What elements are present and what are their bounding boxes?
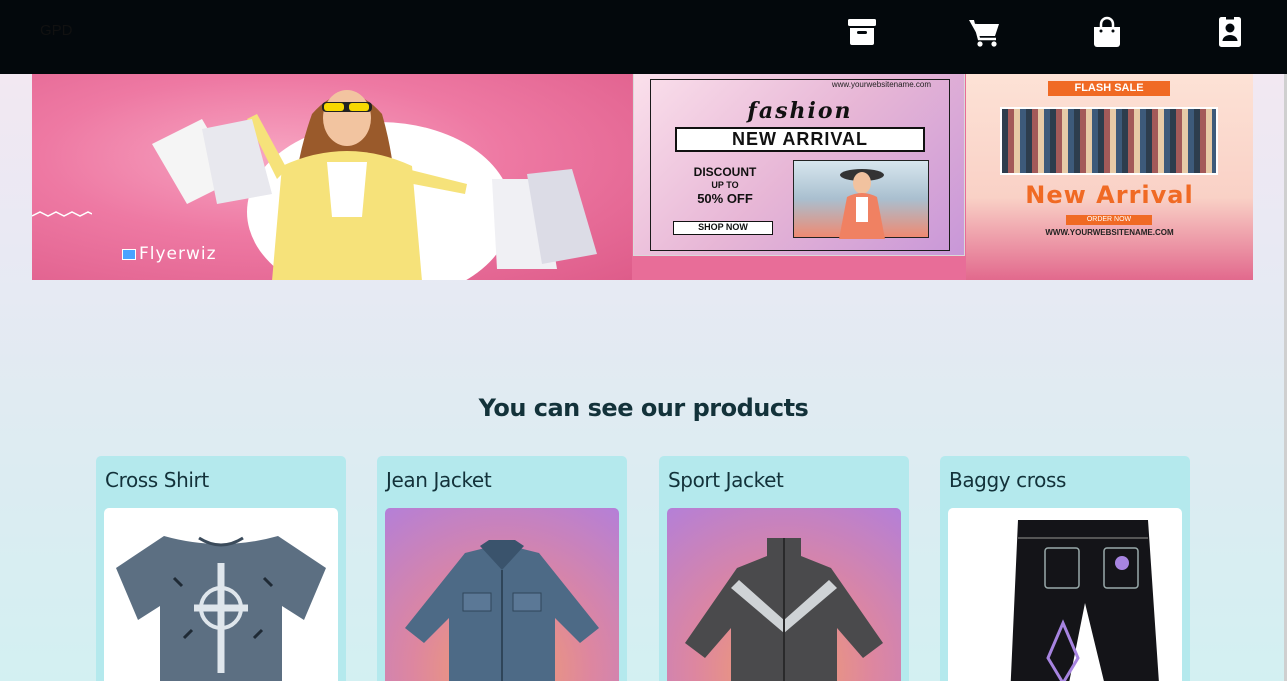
shirt-image[interactable] [104,508,338,681]
discount-line-1: DISCOUNT [693,165,757,179]
jacket-image[interactable] [385,508,619,681]
fashion-flyer-frame: www.yourwebsitename.com fashion NEW ARRI… [650,79,950,251]
flyer-title: fashion [747,98,853,124]
flyer-right-url: WWW.YOURWEBSITENAME.COM [1045,228,1174,237]
product-title[interactable]: Sport Jacket [668,468,784,492]
flyerwiz-logo-icon [122,249,136,260]
wave-decoration [32,211,92,217]
product-title[interactable]: Jean Jacket [386,468,492,492]
cart-icon[interactable] [968,16,1000,48]
product-card-jean-jacket[interactable]: Jean Jacket [377,456,627,681]
new-arrival-headline: New Arrival [1025,181,1194,209]
navbar: GPD [0,0,1287,74]
products-heading: You can see our products [478,394,809,422]
flyer-model-photo [793,160,929,239]
archive-icon[interactable] [846,16,878,48]
flyer-url: www.yourwebsitename.com [831,80,931,89]
product-card-sport-jacket[interactable]: Sport Jacket [659,456,909,681]
clothing-rack-image [1000,107,1218,175]
flyerwiz-logo-text: Flyerwiz [139,244,217,264]
sport-jacket-image[interactable] [667,508,901,681]
flyer-new-arrival-badge: NEW ARRIVAL [675,127,925,152]
flash-sale-flyer: FLASH SALE New Arrival ORDER NOW WWW.YOU… [966,74,1253,280]
product-title[interactable]: Baggy cross [949,468,1066,492]
order-now-button: ORDER NOW [1066,215,1152,225]
product-card-baggy-cross[interactable]: Baggy cross [940,456,1190,681]
product-title[interactable]: Cross Shirt [105,468,209,492]
contact-icon[interactable] [1214,16,1246,48]
flyer-discount-text: DISCOUNT UP TO 50% OFF [675,165,775,206]
flash-sale-tag: FLASH SALE [1048,81,1170,96]
product-card-cross-shirt[interactable]: Cross Shirt [96,456,346,681]
flyerwiz-logo: Flyerwiz [122,244,217,264]
brand-logo[interactable]: GPD [40,22,73,39]
promo-banner[interactable]: Flyerwiz www.yourwebsitename.com fashion… [32,74,1253,280]
jeans-image[interactable] [948,508,1182,681]
fashion-flyer: www.yourwebsitename.com fashion NEW ARRI… [633,74,965,256]
flyer-shop-now-button: SHOP NOW [673,221,773,235]
discount-line-3: 50% OFF [697,191,753,206]
shopping-bag-icon[interactable] [1091,16,1123,48]
banner-model-image: Flyerwiz [32,74,632,280]
